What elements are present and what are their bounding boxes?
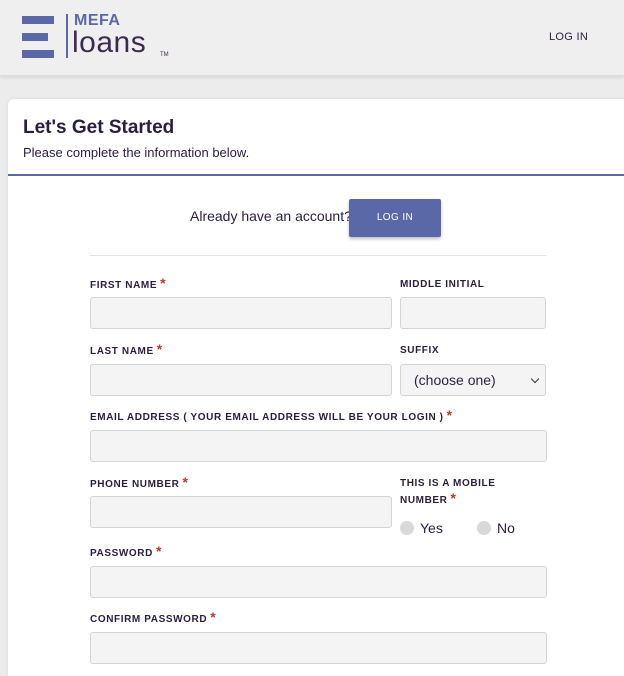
confirm-password-label: CONFIRM PASSWORD * bbox=[90, 609, 217, 626]
middle-initial-label: MIDDLE INITIAL bbox=[400, 279, 485, 290]
logo-e-mark-icon bbox=[22, 16, 54, 58]
required-asterisk: * bbox=[210, 609, 217, 625]
mefa-loans-logo[interactable]: MEFA loans TM bbox=[22, 12, 182, 62]
middle-initial-input[interactable] bbox=[400, 297, 546, 329]
mobile-number-label: THIS IS A MOBILE NUMBER * bbox=[400, 478, 496, 506]
mobile-no-label[interactable]: No bbox=[497, 520, 515, 536]
phone-input[interactable] bbox=[90, 496, 392, 528]
logo-loans-text: loans bbox=[72, 26, 147, 59]
required-asterisk: * bbox=[182, 474, 189, 490]
header-login-link[interactable]: LOG IN bbox=[549, 31, 588, 43]
site-header: MEFA loans TM LOG IN bbox=[0, 0, 624, 76]
page-title: Let's Get Started bbox=[23, 117, 175, 138]
first-name-input[interactable] bbox=[90, 297, 392, 329]
required-asterisk: * bbox=[450, 490, 457, 506]
section-divider bbox=[90, 255, 547, 256]
signup-card: Let's Get Started Please complete the in… bbox=[8, 99, 624, 676]
suffix-selected-value: (choose one) bbox=[414, 372, 496, 388]
confirm-password-input[interactable] bbox=[90, 632, 547, 664]
phone-label: PHONE NUMBER * bbox=[90, 474, 189, 491]
title-divider bbox=[8, 174, 624, 176]
logo-divider bbox=[66, 14, 68, 58]
password-input[interactable] bbox=[90, 566, 547, 598]
page-subtitle: Please complete the information below. bbox=[23, 145, 250, 160]
mobile-yes-radio[interactable] bbox=[400, 521, 414, 535]
chevron-down-icon bbox=[530, 374, 540, 384]
logo-trademark: TM bbox=[160, 52, 169, 58]
mobile-no-radio[interactable] bbox=[477, 521, 491, 535]
required-asterisk: * bbox=[155, 543, 163, 559]
required-asterisk: * bbox=[446, 407, 453, 423]
mobile-yes-label[interactable]: Yes bbox=[420, 520, 443, 536]
suffix-select[interactable]: (choose one) bbox=[400, 364, 546, 396]
required-asterisk: * bbox=[156, 341, 163, 357]
password-label: PASSWORD * bbox=[90, 543, 163, 560]
login-button[interactable]: LOG IN bbox=[349, 199, 441, 237]
first-name-label: FIRST NAME * bbox=[90, 275, 167, 292]
last-name-label: LAST NAME * bbox=[90, 341, 163, 358]
required-asterisk: * bbox=[160, 275, 167, 291]
email-input[interactable] bbox=[90, 430, 547, 462]
suffix-label: SUFFIX bbox=[400, 345, 440, 356]
email-label: EMAIL ADDRESS ( YOUR EMAIL ADDRESS WILL … bbox=[90, 407, 453, 424]
last-name-input[interactable] bbox=[90, 364, 392, 396]
already-have-account-text: Already have an account? bbox=[190, 208, 352, 224]
